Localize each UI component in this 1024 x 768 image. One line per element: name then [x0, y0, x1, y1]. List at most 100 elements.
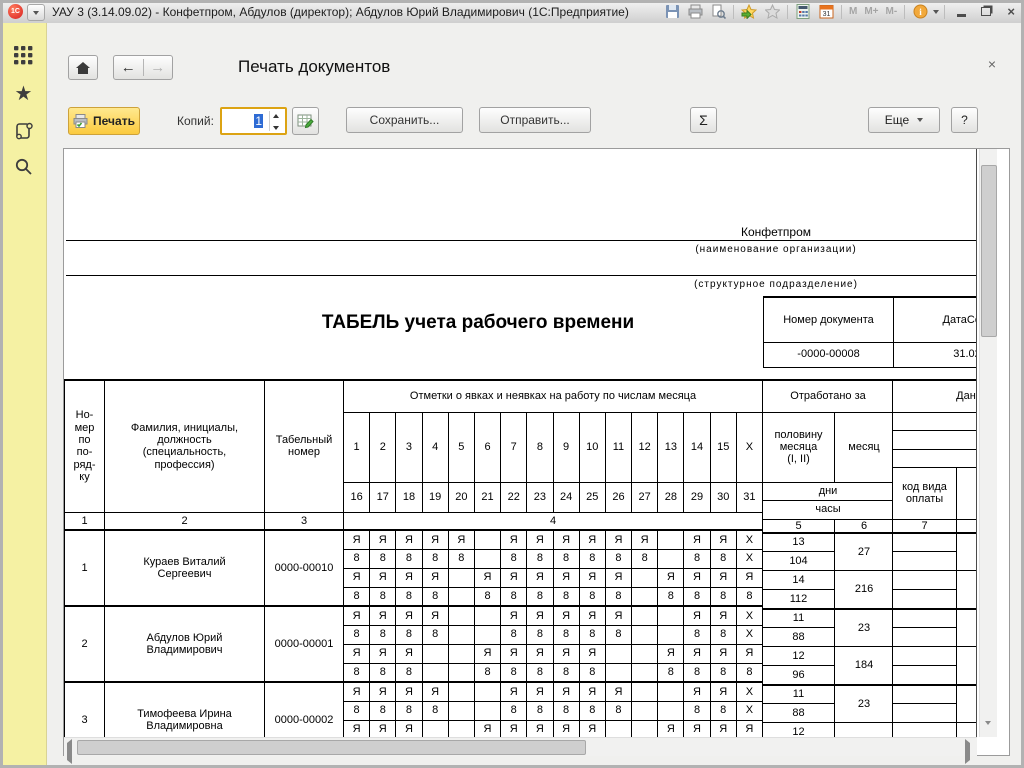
half-month-total-cell[interactable]: 13: [763, 533, 835, 552]
day-mark-cell[interactable]: [632, 568, 658, 587]
day-mark-cell[interactable]: Я: [344, 568, 370, 587]
day-mark-cell[interactable]: [448, 606, 474, 625]
month-total-cell[interactable]: 23: [835, 685, 894, 723]
day-mark-cell[interactable]: 8: [527, 549, 553, 568]
table-settings-button[interactable]: [292, 107, 319, 135]
day-mark-cell[interactable]: Я: [527, 568, 553, 587]
info-dropdown-icon[interactable]: [933, 10, 939, 14]
day-number-cell[interactable]: 26: [605, 482, 631, 512]
day-number-cell[interactable]: 6: [474, 412, 500, 482]
day-mark-cell[interactable]: [605, 663, 631, 682]
day-number-cell[interactable]: 13: [658, 412, 684, 482]
col-number[interactable]: 2: [105, 512, 265, 530]
day-mark-cell[interactable]: 8: [579, 701, 605, 720]
send-button[interactable]: Отправить...: [479, 107, 591, 133]
corr-cell[interactable]: [957, 533, 978, 571]
form-close-icon[interactable]: ×: [984, 56, 1000, 72]
col-paydata-header[interactable]: Дан: [893, 380, 978, 412]
day-mark-cell[interactable]: 8: [710, 701, 736, 720]
day-mark-cell[interactable]: [422, 644, 448, 663]
vertical-scroll-thumb[interactable]: [981, 165, 997, 337]
system-menu-button[interactable]: [27, 4, 45, 21]
col-tabnum-header[interactable]: Табельный номер: [265, 380, 344, 512]
day-number-cell[interactable]: 12: [632, 412, 658, 482]
day-mark-cell[interactable]: [474, 625, 500, 644]
doc-date-header[interactable]: ДатаСост: [894, 297, 978, 342]
paycode-cell[interactable]: [893, 704, 957, 723]
day-mark-cell[interactable]: Я: [553, 682, 579, 701]
col-marks-header[interactable]: Отметки о явках и неявках на работу по ч…: [344, 380, 763, 412]
day-mark-cell[interactable]: Я: [553, 644, 579, 663]
day-mark-cell[interactable]: 8: [553, 587, 579, 606]
day-mark-cell[interactable]: 8: [422, 549, 448, 568]
employee-tabnum-cell[interactable]: 0000-00001: [265, 606, 344, 682]
paycode-cell[interactable]: [893, 628, 957, 647]
col-number[interactable]: 5: [763, 519, 835, 533]
day-mark-cell[interactable]: 8: [396, 625, 422, 644]
day-number-cell[interactable]: X: [736, 412, 762, 482]
back-button[interactable]: ←: [114, 59, 144, 76]
day-mark-cell[interactable]: Я: [370, 530, 396, 549]
day-number-cell[interactable]: 21: [474, 482, 500, 512]
day-mark-cell[interactable]: 8: [553, 663, 579, 682]
half-month-total-cell[interactable]: 12: [763, 647, 835, 666]
day-mark-cell[interactable]: [448, 625, 474, 644]
more-button[interactable]: Еще: [868, 107, 940, 133]
day-mark-cell[interactable]: 8: [658, 587, 684, 606]
day-number-cell[interactable]: 17: [370, 482, 396, 512]
half-month-total-cell[interactable]: 88: [763, 704, 835, 723]
day-mark-cell[interactable]: [658, 530, 684, 549]
day-mark-cell[interactable]: [448, 644, 474, 663]
day-mark-cell[interactable]: Я: [396, 606, 422, 625]
day-number-cell[interactable]: 2: [370, 412, 396, 482]
col-number[interactable]: 1: [65, 512, 105, 530]
month-total-cell[interactable]: 216: [835, 571, 894, 609]
day-mark-cell[interactable]: 8: [344, 701, 370, 720]
day-mark-cell[interactable]: [632, 587, 658, 606]
scroll-left-icon[interactable]: [67, 743, 74, 750]
day-number-cell[interactable]: 29: [684, 482, 710, 512]
day-number-cell[interactable]: 15: [710, 412, 736, 482]
history-scroll-icon[interactable]: [13, 120, 34, 141]
print-button[interactable]: Печать: [68, 107, 140, 135]
paycode-cell[interactable]: [893, 552, 957, 571]
day-mark-cell[interactable]: 8: [710, 663, 736, 682]
day-number-cell[interactable]: 31: [736, 482, 762, 512]
day-mark-cell[interactable]: [632, 606, 658, 625]
half-month-total-cell[interactable]: 14: [763, 571, 835, 590]
day-mark-cell[interactable]: [658, 625, 684, 644]
day-mark-cell[interactable]: X: [736, 682, 762, 701]
day-mark-cell[interactable]: Я: [710, 530, 736, 549]
day-mark-cell[interactable]: Я: [527, 530, 553, 549]
day-mark-cell[interactable]: Я: [344, 644, 370, 663]
info-icon[interactable]: i: [910, 3, 930, 20]
day-mark-cell[interactable]: 8: [344, 663, 370, 682]
day-mark-cell[interactable]: Я: [684, 644, 710, 663]
day-mark-cell[interactable]: [448, 587, 474, 606]
day-mark-cell[interactable]: 8: [579, 663, 605, 682]
day-mark-cell[interactable]: Я: [448, 530, 474, 549]
day-mark-cell[interactable]: [474, 549, 500, 568]
day-mark-cell[interactable]: [474, 606, 500, 625]
day-mark-cell[interactable]: Я: [396, 530, 422, 549]
day-mark-cell[interactable]: Я: [553, 568, 579, 587]
day-mark-cell[interactable]: 8: [501, 587, 527, 606]
day-mark-cell[interactable]: 8: [684, 587, 710, 606]
day-mark-cell[interactable]: [448, 663, 474, 682]
day-mark-cell[interactable]: 8: [396, 549, 422, 568]
forward-button[interactable]: →: [144, 59, 173, 76]
day-mark-cell[interactable]: Я: [422, 568, 448, 587]
day-mark-cell[interactable]: [474, 530, 500, 549]
scroll-up-icon[interactable]: [985, 153, 992, 160]
employee-number-cell[interactable]: 2: [65, 606, 105, 682]
day-mark-cell[interactable]: Я: [344, 530, 370, 549]
day-mark-cell[interactable]: Я: [684, 682, 710, 701]
day-mark-cell[interactable]: 8: [736, 587, 762, 606]
day-mark-cell[interactable]: 8: [579, 625, 605, 644]
day-mark-cell[interactable]: 8: [684, 701, 710, 720]
half-month-total-cell[interactable]: 11: [763, 609, 835, 628]
day-mark-cell[interactable]: [474, 701, 500, 720]
day-mark-cell[interactable]: 8: [605, 549, 631, 568]
day-number-cell[interactable]: 18: [396, 482, 422, 512]
add-favorite-icon[interactable]: [739, 3, 759, 20]
